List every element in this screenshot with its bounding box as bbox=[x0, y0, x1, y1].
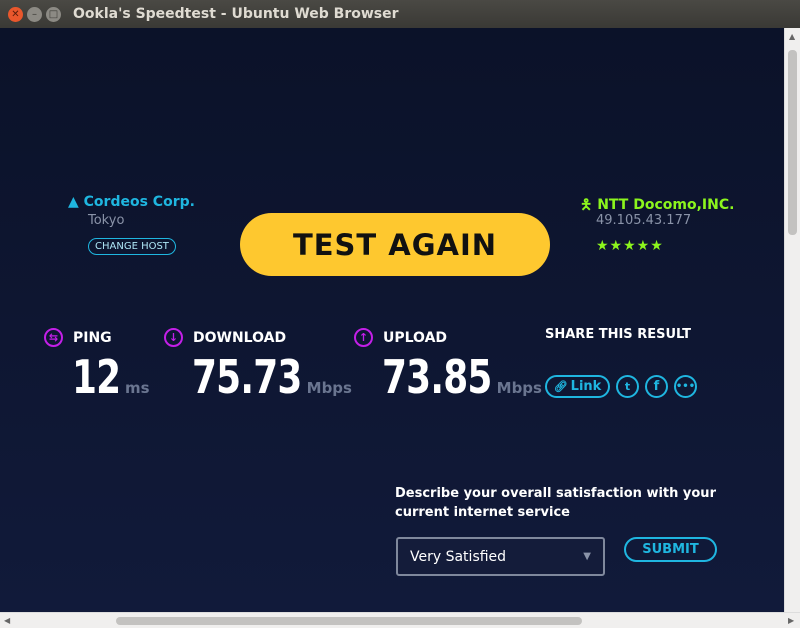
chevron-down-icon: ▼ bbox=[583, 551, 591, 562]
scroll-left-icon[interactable]: ◀ bbox=[4, 616, 10, 625]
link-icon: 🔗︎ bbox=[553, 380, 568, 393]
upload-value: 73.85 Mbps bbox=[382, 350, 542, 404]
minimize-window-button[interactable]: – bbox=[27, 7, 42, 22]
upload-arrow-icon: ↑ bbox=[354, 328, 373, 347]
more-share-button[interactable]: ••• bbox=[674, 375, 697, 398]
download-label: ↓ DOWNLOAD bbox=[164, 328, 286, 347]
maximize-window-button[interactable]: □ bbox=[46, 7, 61, 22]
window-titlebar: ✕ – □ Ookla's Speedtest - Ubuntu Web Bro… bbox=[0, 0, 800, 28]
server-name: ▲ Cordeos Corp. bbox=[68, 194, 195, 210]
survey-question: Describe your overall satisfaction with … bbox=[395, 486, 716, 520]
download-arrow-icon: ↓ bbox=[164, 328, 183, 347]
scroll-right-icon[interactable]: ▶ bbox=[788, 616, 794, 625]
share-link-button[interactable]: 🔗︎ Link bbox=[545, 375, 610, 398]
more-icon: ••• bbox=[675, 381, 696, 392]
server-icon: ▲ bbox=[68, 194, 79, 210]
ping-icon: ⇆ bbox=[44, 328, 63, 347]
facebook-icon: f bbox=[653, 379, 660, 394]
vertical-scrollbar[interactable]: ▲ bbox=[784, 28, 800, 612]
ping-label: ⇆ PING bbox=[44, 328, 112, 347]
satisfaction-select[interactable]: Very Satisfied ▼ bbox=[396, 537, 605, 576]
speedtest-page: ▲ Cordeos Corp. Tokyo CHANGE HOST 🯅 NTT … bbox=[0, 28, 784, 612]
scroll-up-icon[interactable]: ▲ bbox=[789, 32, 795, 41]
submit-button[interactable]: SUBMIT bbox=[624, 537, 717, 562]
download-value: 75.73 Mbps bbox=[192, 350, 352, 404]
change-host-button[interactable]: CHANGE HOST bbox=[88, 238, 176, 255]
isp-ip: 49.105.43.177 bbox=[596, 213, 692, 228]
upload-label: ↑ UPLOAD bbox=[354, 328, 447, 347]
ping-value: 12 ms bbox=[72, 350, 150, 404]
twitter-share-button[interactable]: t bbox=[616, 375, 639, 398]
twitter-icon: t bbox=[624, 380, 631, 393]
horizontal-scroll-thumb[interactable] bbox=[116, 617, 582, 625]
isp-rating[interactable]: ★★★★★ bbox=[596, 238, 664, 254]
horizontal-scrollbar[interactable]: ◀ ▶ bbox=[0, 612, 800, 628]
facebook-share-button[interactable]: f bbox=[645, 375, 668, 398]
share-title: SHARE THIS RESULT bbox=[545, 327, 692, 342]
vertical-scroll-thumb[interactable] bbox=[788, 50, 797, 235]
server-location: Tokyo bbox=[88, 213, 125, 228]
test-again-button[interactable]: TEST AGAIN bbox=[240, 213, 550, 276]
window-title: Ookla's Speedtest - Ubuntu Web Browser bbox=[73, 6, 399, 22]
close-window-button[interactable]: ✕ bbox=[8, 7, 23, 22]
person-icon: 🯅 bbox=[580, 197, 593, 213]
